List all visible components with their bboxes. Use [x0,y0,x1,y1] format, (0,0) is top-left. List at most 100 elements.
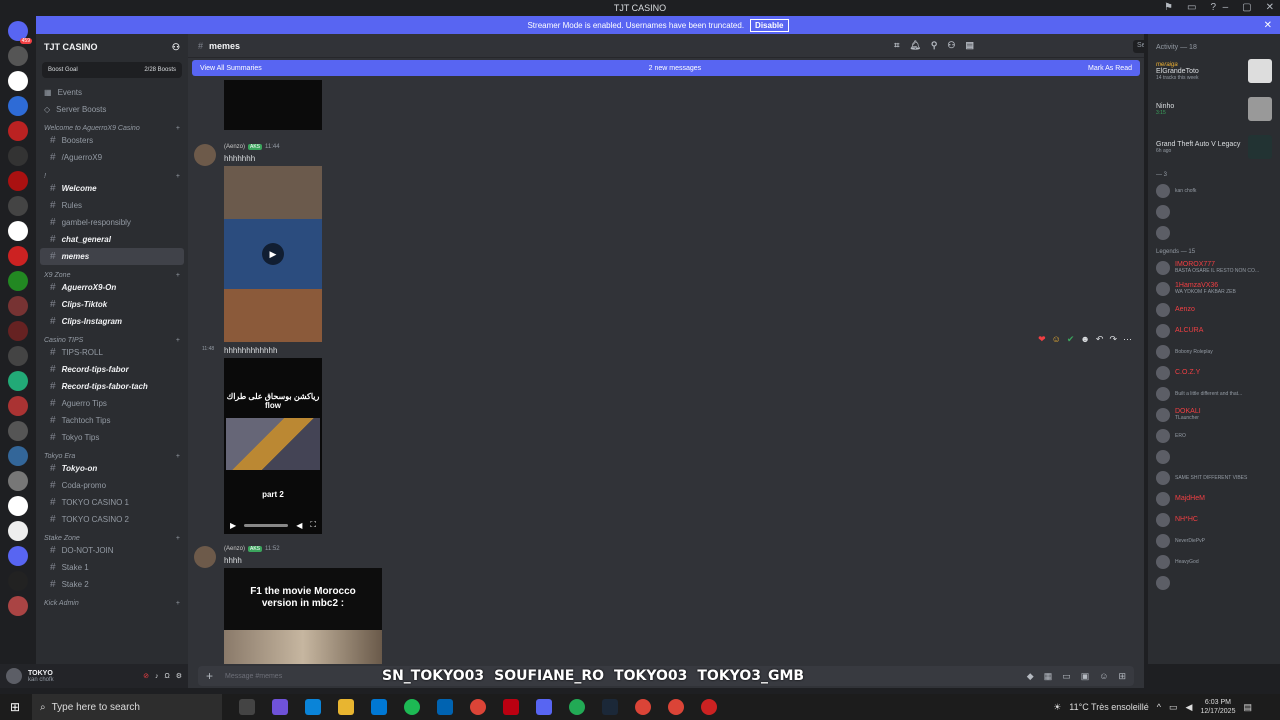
member-item[interactable]: Aenzo [1148,299,1280,320]
video-progress-bar[interactable] [244,523,289,527]
store-icon[interactable] [371,699,387,715]
headphones-icon[interactable]: Ω [164,673,169,680]
member-item[interactable]: ALCURA [1148,320,1280,341]
server-icon[interactable] [8,271,28,291]
avatar[interactable] [6,668,22,684]
emoji-icon[interactable]: ☺ [1099,671,1108,682]
activity-card[interactable]: Ninho 3:15 [1148,90,1280,128]
member-item[interactable] [1148,201,1280,222]
channel-item[interactable]: # Record-tips-fabor-tach [40,378,184,395]
notifications-icon[interactable]: ▤ [1243,702,1252,713]
spotify-icon[interactable] [404,699,420,715]
add-channel-icon[interactable]: + [176,337,180,344]
close-banner-icon[interactable]: ✕ [1264,20,1272,31]
video-embed[interactable]: ▶ [224,166,322,342]
home-server-icon[interactable]: 459 [8,21,32,44]
file-explorer-icon[interactable] [338,699,354,715]
chrome-icon[interactable] [635,699,651,715]
server-icon[interactable] [8,71,28,91]
task-view-icon[interactable] [239,699,255,715]
member-item[interactable]: IMOROX777 BASTA OSARE IL RESTO NON CO... [1148,257,1280,278]
forward-icon[interactable]: ↷ [1109,334,1117,345]
channel-category[interactable]: ! + [36,166,188,180]
channel-item[interactable]: # Record-tips-fabor [40,361,184,378]
obs-icon[interactable] [701,699,717,715]
new-messages-bar[interactable]: View All Summaries 2 new messages Mark A… [192,60,1140,76]
pin-icon[interactable]: ⚑ [1164,2,1173,13]
windows-start-icon[interactable]: ⊞ [10,700,20,714]
mute-icon[interactable]: ⊘ [143,672,149,680]
channel-item[interactable]: # Welcome [40,180,184,197]
chrome-icon[interactable] [668,699,684,715]
apps-icon[interactable]: ⊞ [1118,671,1126,682]
channel-item[interactable]: # Clips-Instagram [40,313,184,330]
folder-icon[interactable] [8,546,28,566]
message-author[interactable]: (Aenzo) [224,546,245,552]
message-author[interactable]: (Aenzo) [224,144,245,150]
more-icon[interactable]: ⋯ [1123,334,1132,345]
network-icon[interactable]: ▭ [1169,702,1178,713]
server-icon[interactable] [8,396,28,416]
threads-icon[interactable]: ⌗ [894,40,899,51]
channel-category[interactable]: Welcome to AguerroX9 Casino + [36,118,188,132]
add-channel-icon[interactable]: + [176,453,180,460]
server-icon[interactable] [8,321,28,341]
member-item[interactable]: NeverDiePvP [1148,530,1280,551]
close-icon[interactable]: ✕ [1266,2,1274,13]
server-icon[interactable] [8,196,28,216]
server-icon[interactable] [8,96,28,116]
edge-icon[interactable] [305,699,321,715]
add-reaction-icon[interactable]: ☻ [1080,334,1089,345]
maximize-icon[interactable]: ▢ [1242,2,1251,13]
activity-card[interactable]: Grand Theft Auto V Legacy 6h ago [1148,128,1280,166]
server-icon[interactable] [8,521,28,541]
server-icon[interactable] [8,421,28,441]
channel-item[interactable]: # Boosters [40,132,184,149]
server-icon[interactable] [8,296,28,316]
boost-goal-bar[interactable]: Boost Goal 2/28 Boosts [42,62,182,78]
tray-overflow-icon[interactable]: ^ [1157,702,1161,712]
server-icon[interactable] [8,496,28,516]
member-item[interactable]: HeavyGod [1148,551,1280,572]
member-item[interactable] [1148,572,1280,593]
channel-item[interactable]: # AguerroX9-On [40,279,184,296]
check-reaction-icon[interactable]: ✔ [1067,334,1075,345]
channel-item[interactable]: # TOKYO CASINO 2 [40,511,184,528]
add-channel-icon[interactable]: + [176,272,180,279]
app-icon[interactable] [569,699,585,715]
channel-category[interactable]: Kick Admin + [36,593,188,607]
add-channel-icon[interactable]: + [176,125,180,132]
volume-icon[interactable]: ◀ [1186,702,1193,713]
gift-icon[interactable]: ▦ [1044,671,1053,682]
boost-icon[interactable]: ◆ [1027,671,1034,682]
inbox-icon[interactable]: ▤ [965,40,974,51]
server-icon[interactable] [8,46,28,66]
server-icon[interactable] [8,446,28,466]
channel-item[interactable]: # TIPS-ROLL [40,344,184,361]
member-item[interactable]: C.O.Z.Y [1148,362,1280,383]
server-icon[interactable] [8,371,28,391]
channel-item[interactable]: # Tokyo-on [40,460,184,477]
copilot-icon[interactable] [272,699,288,715]
channel-category[interactable]: Stake Zone + [36,528,188,542]
heart-reaction-icon[interactable]: ❤ [1038,334,1046,345]
channel-item[interactable]: # Stake 1 [40,559,184,576]
play-icon[interactable]: ▶ [230,521,236,530]
member-item[interactable]: ERO [1148,425,1280,446]
nav-item-0[interactable]: ▦ Events [36,84,188,101]
inbox-icon[interactable]: ▭ [1187,2,1196,13]
channel-item[interactable]: # memes [40,248,184,265]
server-icon[interactable] [8,471,28,491]
server-icon[interactable] [8,121,28,141]
settings-gear-icon[interactable]: ⚙ [176,672,182,680]
member-item[interactable]: NH*HC [1148,509,1280,530]
channel-item[interactable]: # /AguerroX9 [40,149,184,166]
play-icon[interactable]: ▶ [262,243,284,265]
server-icon[interactable] [8,171,28,191]
add-member-icon[interactable]: ⚇ [172,42,180,53]
sticker-icon[interactable]: ▣ [1081,671,1090,682]
server-icon[interactable] [8,346,28,366]
server-icon[interactable] [8,571,28,591]
member-item[interactable] [1148,446,1280,467]
steam-icon[interactable] [602,699,618,715]
